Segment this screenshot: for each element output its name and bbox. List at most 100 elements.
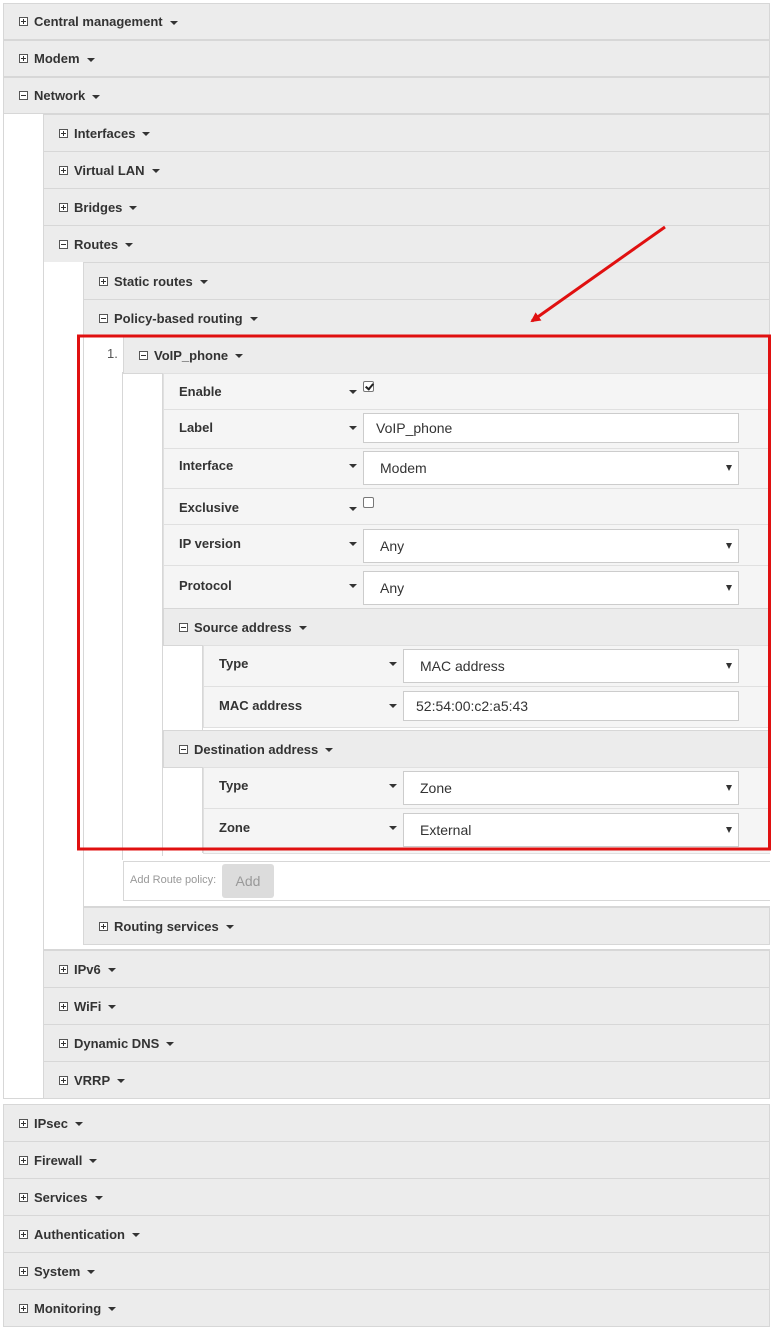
- chevron-down-icon: [726, 663, 732, 669]
- caret-down-icon[interactable]: [125, 243, 134, 247]
- minus-square-icon: [139, 350, 148, 360]
- caret-down-icon[interactable]: [142, 132, 151, 136]
- destination-type-select-value: Zone: [420, 780, 452, 796]
- section-services[interactable]: Services: [3, 1178, 770, 1216]
- section-static-routes[interactable]: Static routes: [83, 262, 770, 300]
- plus-square-icon: [59, 128, 68, 138]
- interface-select[interactable]: Modem: [363, 451, 739, 485]
- caret-down-icon[interactable]: [298, 626, 307, 630]
- caret-down-icon[interactable]: [349, 390, 357, 394]
- caret-down-icon[interactable]: [225, 925, 234, 929]
- protocol-select[interactable]: Any: [363, 571, 739, 605]
- plus-square-icon: [19, 1266, 28, 1276]
- caret-down-icon[interactable]: [389, 784, 397, 788]
- add-button[interactable]: Add: [222, 864, 274, 898]
- label-input[interactable]: VoIP_phone: [363, 413, 739, 443]
- section-dynamic-dns[interactable]: Dynamic DNS: [43, 1024, 770, 1062]
- section-routing-services[interactable]: Routing services: [83, 907, 770, 945]
- section-vrrp[interactable]: VRRP: [43, 1061, 770, 1099]
- caret-down-icon[interactable]: [389, 662, 397, 666]
- caret-down-icon[interactable]: [94, 1196, 103, 1200]
- zone-select[interactable]: External: [403, 813, 739, 847]
- section-routes[interactable]: Routes: [43, 225, 770, 263]
- section-label: Modem: [34, 51, 80, 66]
- section-wifi[interactable]: WiFi: [43, 987, 770, 1025]
- minus-square-icon: [179, 744, 188, 754]
- section-authentication[interactable]: Authentication: [3, 1215, 770, 1253]
- section-label: IPv6: [74, 961, 101, 977]
- ip-version-select-value: Any: [380, 538, 405, 554]
- plus-square-icon: [99, 921, 108, 931]
- section-label: Virtual LAN: [74, 162, 145, 178]
- section-central-management[interactable]: Central management: [3, 3, 770, 40]
- section-modem[interactable]: Modem: [3, 40, 770, 77]
- section-bridges[interactable]: Bridges: [43, 188, 770, 226]
- caret-down-icon[interactable]: [92, 94, 101, 99]
- policy-item-header[interactable]: VoIP_phone: [123, 336, 770, 374]
- caret-down-icon[interactable]: [199, 280, 208, 284]
- destination-address-header[interactable]: Destination address: [163, 730, 770, 768]
- section-ipsec[interactable]: IPsec: [3, 1104, 770, 1142]
- caret-down-icon[interactable]: [117, 1079, 126, 1083]
- caret-down-icon[interactable]: [349, 542, 357, 546]
- caret-down-icon[interactable]: [389, 826, 397, 830]
- section-policy-based-routing[interactable]: Policy-based routing: [83, 299, 770, 337]
- section-monitoring[interactable]: Monitoring: [3, 1289, 770, 1327]
- caret-down-icon[interactable]: [349, 507, 357, 511]
- caret-down-icon[interactable]: [89, 1159, 98, 1163]
- field-label-mac-address: MAC address: [219, 698, 303, 713]
- minus-square-icon: [19, 91, 28, 100]
- section-ipv6[interactable]: IPv6: [43, 950, 770, 988]
- destination-address-title: Destination address: [194, 741, 319, 757]
- exclusive-checkbox[interactable]: [363, 497, 374, 508]
- plus-square-icon: [19, 17, 28, 26]
- plus-square-icon: [59, 1001, 68, 1011]
- section-label: IPsec: [34, 1115, 68, 1131]
- section-system[interactable]: System: [3, 1252, 770, 1290]
- caret-down-icon[interactable]: [108, 1005, 117, 1009]
- section-interfaces[interactable]: Interfaces: [43, 114, 770, 152]
- section-network[interactable]: Network: [3, 77, 770, 114]
- add-route-policy-row: [123, 861, 770, 901]
- mac-address-input[interactable]: 52:54:00:c2:a5:43: [403, 691, 739, 721]
- source-address-title: Source address: [194, 619, 292, 635]
- caret-down-icon[interactable]: [169, 20, 178, 25]
- plus-square-icon: [19, 1118, 28, 1128]
- field-label-ip-version: IP version: [179, 536, 241, 551]
- plus-square-icon: [19, 1155, 28, 1165]
- section-label: Monitoring: [34, 1300, 102, 1316]
- caret-down-icon[interactable]: [87, 1270, 96, 1274]
- caret-down-icon[interactable]: [74, 1122, 83, 1126]
- plus-square-icon: [59, 202, 68, 212]
- section-label: Firewall: [34, 1152, 83, 1168]
- caret-down-icon[interactable]: [249, 317, 258, 321]
- enable-checkbox[interactable]: [363, 381, 374, 392]
- caret-down-icon[interactable]: [235, 354, 244, 358]
- caret-down-icon[interactable]: [108, 1307, 117, 1311]
- caret-down-icon[interactable]: [389, 704, 397, 708]
- plus-square-icon: [59, 1038, 68, 1048]
- caret-down-icon[interactable]: [86, 57, 95, 62]
- caret-down-icon[interactable]: [132, 1233, 140, 1237]
- section-virtual-lan[interactable]: Virtual LAN: [43, 151, 770, 189]
- section-firewall[interactable]: Firewall: [3, 1141, 770, 1179]
- source-address-header[interactable]: Source address: [163, 608, 770, 646]
- caret-down-icon[interactable]: [325, 748, 334, 752]
- label-input-value: VoIP_phone: [376, 420, 453, 436]
- destination-type-select[interactable]: Zone: [403, 771, 739, 805]
- section-label: WiFi: [74, 998, 102, 1014]
- caret-down-icon[interactable]: [107, 968, 116, 972]
- field-label-label: Label: [179, 420, 213, 435]
- ip-version-select[interactable]: Any: [363, 529, 739, 563]
- caret-down-icon[interactable]: [349, 426, 357, 430]
- caret-down-icon[interactable]: [129, 206, 138, 210]
- section-label: Dynamic DNS: [74, 1035, 160, 1051]
- field-label-zone: Zone: [219, 820, 251, 835]
- caret-down-icon[interactable]: [166, 1042, 175, 1046]
- zone-select-value: External: [420, 822, 472, 838]
- section-label: VRRP: [74, 1072, 111, 1088]
- caret-down-icon[interactable]: [349, 464, 357, 468]
- caret-down-icon[interactable]: [151, 169, 160, 173]
- caret-down-icon[interactable]: [349, 584, 357, 588]
- source-type-select[interactable]: MAC address: [403, 649, 739, 683]
